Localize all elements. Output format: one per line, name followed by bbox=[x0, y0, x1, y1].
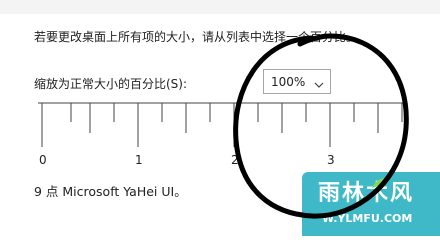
watermark-title: 雨林木风 bbox=[318, 181, 415, 206]
ruler-label-0: 0 bbox=[39, 153, 47, 167]
ruler-label-2: 2 bbox=[231, 153, 239, 167]
font-info-text: 9 点 Microsoft YaHei UI。 bbox=[34, 184, 187, 199]
ruler-label-1: 1 bbox=[135, 153, 143, 167]
watermark-url: W.YLMFU.COM bbox=[322, 212, 413, 225]
leaf-icon bbox=[372, 178, 390, 188]
ruler-label-3: 3 bbox=[327, 153, 335, 167]
watermark-logo: 雨林木风 W.YLMFU.COM bbox=[302, 172, 440, 236]
